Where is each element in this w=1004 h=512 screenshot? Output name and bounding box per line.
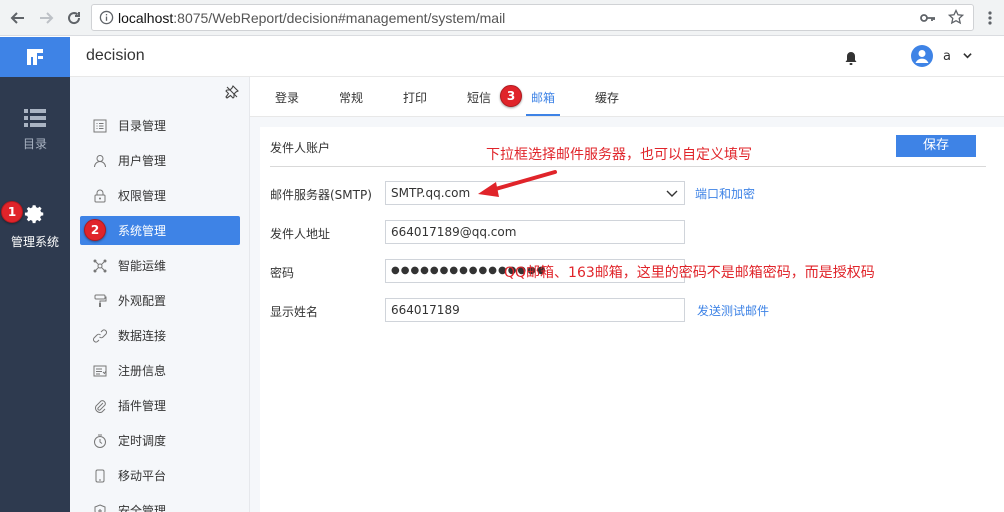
step-badge-2: 2: [84, 219, 106, 241]
menu-label: 注册信息: [118, 364, 167, 378]
key-icon[interactable]: [920, 11, 936, 28]
menu-label: 目录管理: [118, 119, 167, 133]
logo-icon: [27, 49, 43, 65]
display-name-input[interactable]: 664017189: [385, 298, 685, 322]
app-title: decision: [86, 47, 145, 64]
port-encryption-link[interactable]: 端口和加密: [695, 185, 755, 202]
chevron-down-icon[interactable]: [963, 49, 972, 63]
app-header: decision a: [70, 37, 1004, 77]
back-icon[interactable]: [8, 8, 28, 28]
menu-label: 定时调度: [118, 434, 167, 448]
star-icon[interactable]: [947, 8, 965, 28]
directory-icon: [92, 118, 108, 134]
mobile-icon: [92, 468, 108, 484]
tab-sms[interactable]: 短信: [467, 89, 491, 106]
password-label: 密码: [270, 266, 295, 280]
menu-item-appearance[interactable]: 外观配置: [80, 286, 240, 315]
main-content: 登录 常规 打印 短信 邮箱 缓存 发件人账户 保存 邮件服务器(SMTP) S…: [250, 77, 1004, 512]
menu-item-security[interactable]: 安全管理: [80, 496, 240, 512]
user-icon: [92, 153, 108, 169]
rail-label-management: 管理系统: [10, 235, 59, 249]
annotation-smtp-note: 下拉框选择邮件服务器，也可以自定义填写: [486, 147, 752, 163]
menu-item-mobile[interactable]: 移动平台: [80, 461, 240, 490]
step-badge-3: 3: [500, 85, 522, 107]
menu-label: 安全管理: [118, 504, 167, 512]
menu-item-directory[interactable]: 目录管理: [80, 111, 240, 140]
url-host: localhost: [118, 10, 174, 26]
pin-icon[interactable]: [225, 85, 239, 102]
sender-address-input[interactable]: 664017189@qq.com: [385, 220, 685, 244]
menu-item-data-connection[interactable]: 数据连接: [80, 321, 240, 350]
menu-label: 数据连接: [118, 329, 167, 343]
forward-icon[interactable]: [36, 8, 56, 28]
lock-icon: [92, 188, 108, 204]
registration-icon: [92, 363, 108, 379]
url-text: localhost:8075/WebReport/decision#manage…: [118, 10, 505, 26]
system-menu: 目录管理 用户管理 权限管理 系统管理 智能运维 外观配置 数据连接 注册信息 …: [70, 77, 250, 512]
smtp-value: SMTP.qq.com: [391, 186, 471, 200]
menu-label: 智能运维: [118, 259, 167, 273]
clock-icon: [92, 433, 108, 449]
tab-cache[interactable]: 缓存: [595, 89, 619, 106]
list-icon: [0, 109, 70, 127]
bell-icon[interactable]: [844, 51, 858, 69]
link-icon: [92, 328, 108, 344]
display-name-label: 显示姓名: [270, 305, 319, 319]
user-name[interactable]: a: [943, 49, 951, 64]
menu-item-scheduling[interactable]: 定时调度: [80, 426, 240, 455]
menu-label: 用户管理: [118, 154, 167, 168]
menu-label: 权限管理: [118, 189, 167, 203]
chevron-down-icon: [666, 183, 678, 205]
tab-print[interactable]: 打印: [403, 89, 427, 106]
menu-item-permissions[interactable]: 权限管理: [80, 181, 240, 210]
reload-icon[interactable]: [64, 8, 84, 28]
mail-settings-panel: 发件人账户 保存 邮件服务器(SMTP) SMTP.qq.com 端口和加密 发…: [260, 127, 1004, 512]
step-badge-1: 1: [1, 201, 23, 223]
main-rail: 目录 管理系统: [0, 37, 70, 512]
smtp-select[interactable]: SMTP.qq.com: [385, 181, 685, 205]
menu-item-users[interactable]: 用户管理: [80, 146, 240, 175]
menu-label: 移动平台: [118, 469, 167, 483]
menu-item-plugins[interactable]: 插件管理: [80, 391, 240, 420]
paint-roller-icon: [92, 293, 108, 309]
settings-tabs: 登录 常规 打印 短信 邮箱 缓存: [250, 77, 1004, 117]
menu-item-registration[interactable]: 注册信息: [80, 356, 240, 385]
address-bar[interactable]: localhost:8075/WebReport/decision#manage…: [91, 4, 974, 31]
section-title: 发件人账户: [270, 141, 331, 155]
tab-general[interactable]: 常规: [339, 89, 363, 106]
menu-item-ops[interactable]: 智能运维: [80, 251, 240, 280]
info-icon[interactable]: [99, 10, 114, 28]
browser-menu-icon[interactable]: [980, 8, 1000, 28]
menu-label: 系统管理: [118, 224, 167, 238]
rail-label-directory: 目录: [22, 137, 47, 151]
avatar[interactable]: [911, 45, 933, 70]
app-logo[interactable]: [0, 37, 70, 77]
rail-item-directory[interactable]: 目录: [0, 109, 70, 152]
tab-mail[interactable]: 邮箱: [531, 89, 555, 106]
save-button[interactable]: 保存: [896, 135, 976, 157]
tab-login[interactable]: 登录: [275, 89, 299, 106]
shield-icon: [92, 503, 108, 512]
annotation-password-note: QQ邮箱、163邮箱，这里的密码不是邮箱密码，而是授权码: [504, 265, 875, 281]
menu-label: 外观配置: [118, 294, 167, 308]
browser-toolbar: localhost:8075/WebReport/decision#manage…: [0, 0, 1004, 36]
url-path: :8075/WebReport/decision#management/syst…: [173, 10, 506, 26]
menu-label: 插件管理: [118, 399, 167, 413]
section-divider: [270, 166, 986, 167]
active-tab-indicator: [526, 114, 560, 116]
paperclip-icon: [92, 398, 108, 414]
sender-address-label: 发件人地址: [270, 227, 331, 241]
network-icon: [92, 258, 108, 274]
smtp-label: 邮件服务器(SMTP): [270, 188, 372, 202]
send-test-mail-link[interactable]: 发送测试邮件: [697, 302, 769, 319]
